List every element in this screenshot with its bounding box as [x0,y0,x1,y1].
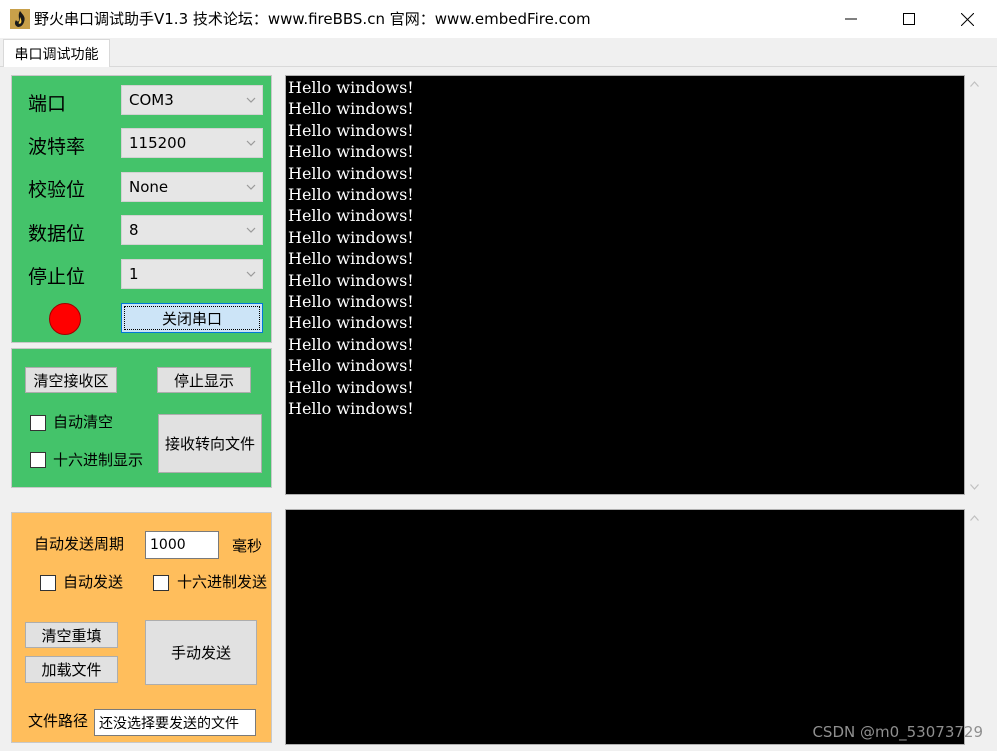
port-label: 端口 [28,93,67,115]
receive-line: Hello windows! [288,334,414,354]
send-scrollbar[interactable] [966,509,983,745]
hex-send-checkbox[interactable] [153,575,169,591]
auto-send-checkbox[interactable] [40,575,56,591]
scroll-up-icon[interactable] [966,75,983,92]
receive-line: Hello windows! [288,185,414,205]
close-button[interactable] [938,0,996,38]
receive-text: Hello windows! Hello windows! Hello window… [288,77,414,420]
auto-send-label: 自动发送 [63,573,124,591]
databits-select[interactable]: 8 [121,215,263,245]
stopbits-label: 停止位 [28,266,86,288]
redirect-to-file-button[interactable]: 接收转向文件 [158,414,262,473]
chevron-down-icon [246,227,256,233]
receive-controls-panel: 清空接收区 停止显示 自动清空 十六进制显示 接收转向文件 [11,348,272,488]
app-logo-icon [10,9,30,29]
parity-label: 校验位 [28,179,86,201]
chevron-down-icon [246,97,256,103]
port-value: COM3 [129,91,174,109]
receive-line: Hello windows! [288,292,414,312]
receive-line: Hello windows! [288,249,414,269]
receive-text-area[interactable]: Hello windows! Hello windows! Hello window… [285,75,965,495]
maximize-button[interactable] [880,0,938,38]
receive-line: Hello windows! [288,206,414,226]
receive-line: Hello windows! [288,313,414,333]
maximize-icon [903,13,915,25]
auto-clear-checkbox[interactable] [30,415,46,431]
parity-select[interactable]: None [121,172,263,202]
load-file-button[interactable]: 加载文件 [25,656,118,683]
stopbits-select[interactable]: 1 [121,259,263,289]
tab-serial-debug[interactable]: 串口调试功能 [3,39,110,67]
databits-label: 数据位 [28,223,86,245]
hex-display-checkbox[interactable] [30,452,46,468]
close-icon [960,12,974,26]
tab-strip: 串口调试功能 [0,38,997,67]
stop-display-button[interactable]: 停止显示 [157,367,251,393]
receive-line: Hello windows! [288,163,414,183]
chevron-down-icon [246,271,256,277]
file-path-label: 文件路径 [28,712,89,730]
send-text-area[interactable] [285,509,965,745]
scroll-down-icon[interactable] [966,478,983,495]
chevron-down-icon [246,140,256,146]
hex-display-label: 十六进制显示 [53,451,144,469]
receive-line: Hello windows! [288,120,414,140]
auto-clear-label: 自动清空 [53,413,114,431]
receive-line: Hello windows! [288,227,414,247]
title-bar[interactable]: 野火串口调试助手V1.3 技术论坛：www.fireBBS.cn 官网：www.… [0,0,997,38]
hex-send-label: 十六进制发送 [177,573,268,591]
receive-line: Hello windows! [288,356,414,376]
auto-send-period-label: 自动发送周期 [34,535,125,553]
stopbits-value: 1 [129,265,139,283]
receive-line: Hello windows! [288,377,414,397]
baud-label: 波特率 [28,136,86,158]
baud-select[interactable]: 115200 [121,128,263,158]
port-select[interactable]: COM3 [121,85,263,115]
receive-line: Hello windows! [288,78,414,97]
baud-value: 115200 [129,134,187,152]
watermark-text: CSDN @m0_53073729 [812,723,983,741]
close-port-button[interactable]: 关闭串口 [121,303,263,333]
receive-line: Hello windows! [288,142,414,162]
focus-outline [124,306,260,330]
receive-line: Hello windows! [288,399,414,419]
manual-send-button[interactable]: 手动发送 [145,620,257,685]
send-controls-panel: 自动发送周期 1000 毫秒 自动发送 十六进制发送 清空重填 加载文件 手动发… [11,512,272,743]
clear-refill-button[interactable]: 清空重填 [25,622,118,648]
receive-line: Hello windows! [288,99,414,119]
serial-settings-panel: 端口 COM3 波特率 115200 校验位 None 数据位 8 停止位 1 … [11,75,272,343]
parity-value: None [129,178,169,196]
scroll-up-icon[interactable] [966,509,983,526]
file-path-field[interactable]: 还没选择要发送的文件 [94,709,256,736]
minimize-icon [845,18,857,20]
period-unit-label: 毫秒 [232,537,263,555]
window-title: 野火串口调试助手V1.3 技术论坛：www.fireBBS.cn 官网：www.… [34,10,591,28]
receive-scrollbar[interactable] [966,75,983,495]
clear-receive-button[interactable]: 清空接收区 [25,367,117,393]
databits-value: 8 [129,221,139,239]
port-status-indicator [49,303,81,335]
receive-line: Hello windows! [288,270,414,290]
minimize-button[interactable] [822,0,880,38]
chevron-down-icon [246,184,256,190]
auto-send-period-input[interactable]: 1000 [145,531,219,559]
